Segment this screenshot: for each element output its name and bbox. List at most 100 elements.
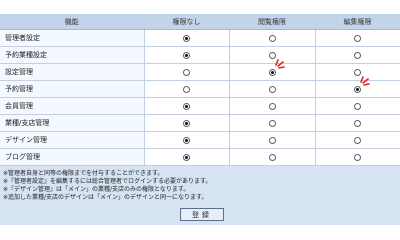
cell-no-permission [144,114,230,132]
click-marker-icon [274,59,285,69]
cell-no-permission [144,97,230,115]
cell-edit-permission [315,148,400,166]
radio-wrapper [268,136,276,144]
cell-edit-permission [315,131,400,149]
radio-wrapper [183,34,190,42]
table-row: 設定管理 [0,59,400,81]
table-row: 業種/支店管理 [0,114,400,132]
function-label: 管理者設定 [0,29,145,47]
cell-view-permission [229,131,316,149]
radio-wrapper [268,153,276,161]
radio-wrapper [268,34,276,42]
radio-edit-permission[interactable] [354,34,361,42]
table-row: 会員管理 [0,97,400,115]
header-function: 機能 [0,14,145,30]
function-label: 会員管理 [0,97,145,115]
note-line: ※『管理者設定』を編集するには総合管理者でログインする必要があります。 [3,178,212,185]
cell-no-permission [144,46,230,64]
radio-no-permission[interactable] [183,68,190,76]
function-label: ブログ管理 [0,148,145,166]
radio-no-permission[interactable] [183,34,190,42]
radio-wrapper [354,136,361,144]
radio-wrapper [183,136,190,144]
radio-view-permission[interactable] [268,68,276,76]
radio-wrapper [354,76,370,93]
radio-view-permission[interactable] [268,51,276,59]
cell-view-permission [229,114,316,132]
note-line: ※管理者自身と同等の権限までを付与することができます。 [3,170,164,177]
note-line: ※追加した業種/支店のデザインは「メイン」のデザインと同一になります。 [3,194,208,201]
radio-wrapper [268,51,276,59]
table-row: 予約業種設定 [0,46,400,64]
note-line: ※『デザイン管理』は「メイン」の業種/支店のみの権限となります。 [3,186,190,193]
cell-edit-permission [315,114,400,132]
radio-wrapper [268,119,276,127]
header-no-permission: 権限なし [144,14,230,30]
function-label: 業種/支店管理 [0,114,145,132]
cell-view-permission [229,29,316,47]
radio-edit-permission[interactable] [354,153,361,161]
cell-no-permission [144,148,230,166]
radio-wrapper [183,153,190,161]
radio-no-permission[interactable] [183,119,190,127]
radio-wrapper [183,119,190,127]
cell-view-permission [229,97,316,115]
header-edit-permission: 編集権限 [315,14,400,30]
radio-no-permission[interactable] [183,51,190,59]
function-label: 予約業種設定 [0,46,145,64]
notes: ※管理者自身と同等の権限までを付与することができます。 ※『管理者設定』を編集す… [3,170,397,202]
table-row: デザイン管理 [0,131,400,149]
radio-wrapper [183,85,190,93]
cell-edit-permission [315,97,400,115]
radio-wrapper [268,85,276,93]
radio-edit-permission[interactable] [354,85,361,93]
radio-edit-permission[interactable] [354,136,361,144]
radio-wrapper [183,51,190,59]
radio-edit-permission[interactable] [354,102,361,110]
radio-wrapper [354,68,361,76]
radio-wrapper [354,51,361,59]
click-marker-icon [360,76,370,86]
radio-view-permission[interactable] [268,34,276,42]
cell-no-permission [144,63,230,81]
cell-edit-permission [315,46,400,64]
cell-no-permission [144,80,230,98]
cell-view-permission [229,80,316,98]
table-row: 管理者設定 [0,29,400,47]
radio-wrapper [354,119,361,127]
function-label: デザイン管理 [0,131,145,149]
radio-view-permission[interactable] [268,85,276,93]
cell-no-permission [144,131,230,149]
cell-no-permission [144,29,230,47]
radio-edit-permission[interactable] [354,51,361,59]
table-header-row: 機能 権限なし 閲覧権限 編集権限 [0,14,400,30]
radio-edit-permission[interactable] [354,68,361,76]
radio-no-permission[interactable] [183,85,190,93]
radio-wrapper [354,153,361,161]
radio-no-permission[interactable] [183,102,190,110]
radio-wrapper [268,59,285,76]
radio-wrapper [354,34,361,42]
function-label: 予約管理 [0,80,145,98]
radio-view-permission[interactable] [268,102,276,110]
cell-view-permission [229,148,316,166]
table-row: ブログ管理 [0,148,400,166]
radio-wrapper [268,102,276,110]
permission-table: 機能 権限なし 閲覧権限 編集権限 管理者設定 予約業種設定 設定管理 予約管理 会員管… [0,14,400,166]
register-button[interactable]: 登録 [180,208,224,221]
radio-wrapper [183,102,190,110]
radio-edit-permission[interactable] [354,119,361,127]
function-label: 設定管理 [0,63,145,81]
radio-view-permission[interactable] [268,136,276,144]
radio-no-permission[interactable] [183,153,190,161]
cell-edit-permission [315,76,400,98]
radio-view-permission[interactable] [268,119,276,127]
header-view-permission: 閲覧権限 [229,14,316,30]
cell-view-permission [229,59,316,81]
radio-view-permission[interactable] [268,153,276,161]
radio-wrapper [183,68,190,76]
radio-wrapper [354,102,361,110]
cell-edit-permission [315,29,400,47]
table-row: 予約管理 [0,76,400,98]
radio-no-permission[interactable] [183,136,190,144]
